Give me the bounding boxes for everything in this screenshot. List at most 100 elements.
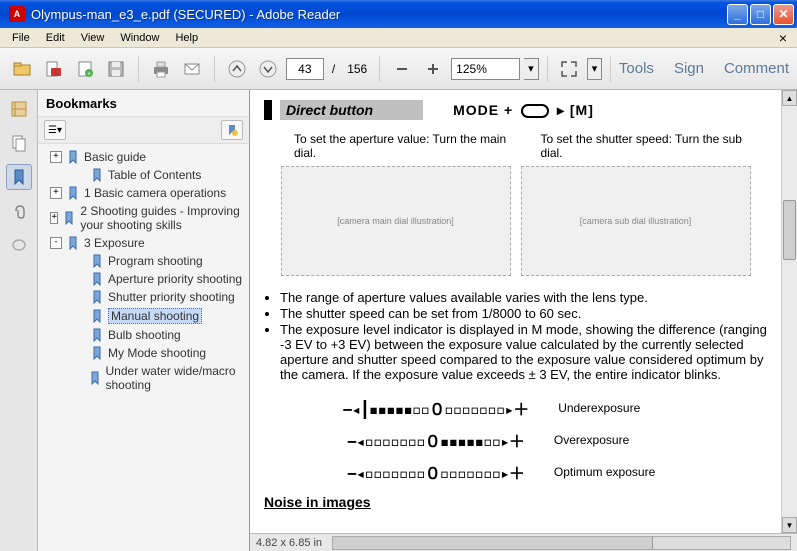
expand-toggle[interactable]: + — [50, 187, 62, 199]
main-toolbar: + / 156 125% ▾ ▾ Tools Sign Comment — [0, 48, 797, 90]
bookmark-item[interactable]: My Mode shooting — [40, 344, 247, 362]
menu-file[interactable]: File — [4, 30, 38, 46]
info-bullet-list: The range of aperture values available v… — [264, 290, 767, 382]
toolbar-separator — [547, 56, 548, 82]
expand-toggle[interactable]: - — [50, 237, 62, 249]
bookmark-item[interactable]: Under water wide/macro shooting — [40, 362, 247, 394]
export-pdf-button[interactable] — [39, 55, 66, 83]
bookmark-icon — [90, 272, 104, 286]
menu-view[interactable]: View — [73, 30, 113, 46]
bookmark-label: Basic guide — [84, 150, 146, 164]
bookmarks-tab[interactable] — [6, 164, 32, 190]
horizontal-scrollbar[interactable] — [332, 536, 791, 550]
fit-page-button[interactable] — [556, 55, 583, 83]
bookmarks-toolbar: ☰▾ — [38, 116, 249, 144]
bookmark-icon — [90, 168, 104, 182]
bookmark-item[interactable]: Program shooting — [40, 252, 247, 270]
expand-toggle — [74, 310, 86, 322]
bookmark-item[interactable]: +2 Shooting guides - Improving your shoo… — [40, 202, 247, 234]
bookmark-icon — [62, 211, 76, 225]
heading-marker — [264, 100, 272, 120]
bookmark-label: Shutter priority shooting — [108, 290, 235, 304]
document-viewport[interactable]: Direct button MODE + ▸ [M] To set the ap… — [250, 90, 797, 533]
zoom-in-button[interactable] — [420, 55, 447, 83]
toolbar-separator — [379, 56, 380, 82]
attachments-tab[interactable] — [6, 198, 32, 224]
tools-panel-button[interactable]: Tools — [619, 60, 654, 77]
bookmark-icon — [88, 371, 102, 385]
comment-panel-button[interactable]: Comment — [724, 60, 789, 77]
zoom-out-button[interactable] — [388, 55, 415, 83]
bookmark-label: Table of Contents — [108, 168, 201, 182]
bookmark-icon — [90, 328, 104, 342]
svg-text:+: + — [87, 71, 91, 78]
exposure-label-over: Overexposure — [554, 433, 684, 447]
bookmark-item[interactable]: Manual shooting — [40, 306, 247, 326]
menu-window[interactable]: Window — [112, 30, 167, 46]
bookmark-label: Bulb shooting — [108, 328, 181, 342]
status-bar: 4.82 x 6.85 in — [250, 533, 797, 551]
bookmark-label: Aperture priority shooting — [108, 272, 242, 286]
bookmark-item[interactable]: Table of Contents — [40, 166, 247, 184]
bookmark-item[interactable]: Bulb shooting — [40, 326, 247, 344]
vertical-scrollbar[interactable]: ▲ ▼ — [781, 90, 797, 533]
email-button[interactable] — [178, 55, 205, 83]
menu-edit[interactable]: Edit — [38, 30, 73, 46]
noise-heading: Noise in images — [264, 494, 767, 510]
bookmark-item[interactable]: +1 Basic camera operations — [40, 184, 247, 202]
bookmarks-title: Bookmarks — [38, 90, 249, 116]
create-pdf-button[interactable]: + — [71, 55, 98, 83]
maximize-button[interactable]: □ — [750, 4, 771, 25]
page-up-button[interactable] — [223, 55, 250, 83]
document-page: Direct button MODE + ▸ [M] To set the ap… — [250, 90, 781, 533]
mdi-close-button[interactable]: × — [773, 30, 793, 46]
view-mode-dropdown[interactable]: ▾ — [587, 58, 602, 80]
bookmark-item[interactable]: Aperture priority shooting — [40, 270, 247, 288]
hscroll-thumb[interactable] — [333, 537, 653, 549]
bookmark-label: Under water wide/macro shooting — [106, 364, 248, 392]
bookmark-item[interactable]: + Basic guide — [40, 148, 247, 166]
save-button[interactable] — [102, 55, 129, 83]
mode-sequence: MODE + ▸ [M] — [453, 102, 594, 119]
scroll-up-button[interactable]: ▲ — [782, 90, 797, 106]
scrollbar-thumb[interactable] — [783, 200, 796, 260]
signatures-tab[interactable] — [6, 232, 32, 258]
page-down-button[interactable] — [254, 55, 281, 83]
list-item: The exposure level indicator is displaye… — [280, 322, 767, 382]
toolbar-separator — [610, 56, 611, 82]
menu-help[interactable]: Help — [167, 30, 206, 46]
scroll-down-button[interactable]: ▼ — [782, 517, 797, 533]
toolbar-separator — [138, 56, 139, 82]
zoom-dropdown-button[interactable]: ▾ — [524, 58, 539, 80]
minimize-button[interactable]: _ — [727, 4, 748, 25]
page-separator: / — [332, 62, 335, 76]
bookmarks-tree[interactable]: + Basic guide Table of Contents +1 Basic ca… — [38, 144, 249, 551]
new-bookmark-button[interactable] — [221, 120, 243, 140]
page-number-input[interactable] — [286, 58, 324, 80]
exposure-scale-over: −◂▫▫▫▫▫▫▫０▪▪▪▪▪▫▫▸＋ — [347, 428, 524, 452]
camera-sub-dial-illustration: [camera sub dial illustration] — [521, 166, 751, 276]
expand-toggle[interactable]: + — [50, 151, 62, 163]
open-file-button[interactable] — [8, 55, 35, 83]
bookmark-icon — [66, 186, 80, 200]
bookmark-icon — [90, 290, 104, 304]
expand-toggle[interactable]: + — [50, 212, 58, 224]
bookmark-icon — [90, 254, 104, 268]
sign-panel-button[interactable]: Sign — [674, 60, 704, 77]
bookmark-label: Manual shooting — [108, 308, 202, 324]
instruction-shutter: To set the shutter speed: Turn the sub d… — [541, 132, 768, 160]
close-button[interactable]: ✕ — [773, 4, 794, 25]
pages-tab[interactable] — [6, 130, 32, 156]
exposure-scale-optimum: −◂▫▫▫▫▫▫▫０▫▫▫▫▫▫▫▸＋ — [347, 460, 524, 484]
bookmark-item[interactable]: Shutter priority shooting — [40, 288, 247, 306]
print-button[interactable] — [147, 55, 174, 83]
exposure-scale-under: −◂┃▪▪▪▪▪▫▫０▫▫▫▫▫▫▫▸＋ — [343, 396, 528, 420]
bookmark-icon — [90, 309, 104, 323]
zoom-level-select[interactable]: 125% — [451, 58, 520, 80]
bookmark-icon — [66, 236, 80, 250]
bookmark-item[interactable]: -3 Exposure — [40, 234, 247, 252]
thumbnails-tab[interactable] — [6, 96, 32, 122]
bookmark-label: My Mode shooting — [108, 346, 206, 360]
bookmarks-options-button[interactable]: ☰▾ — [44, 120, 66, 140]
toolbar-separator — [214, 56, 215, 82]
